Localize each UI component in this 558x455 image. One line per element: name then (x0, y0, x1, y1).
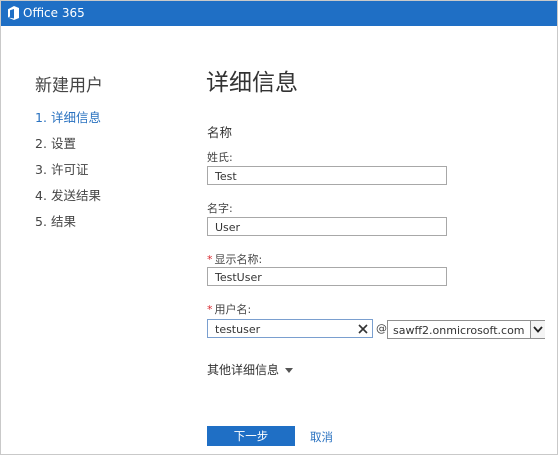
caret-down-icon (285, 368, 294, 373)
office-logo-icon (8, 6, 19, 20)
top-bar: Office 365 (1, 1, 557, 26)
more-details-label: 其他详细信息 (207, 363, 280, 377)
step-licenses[interactable]: 3. 许可证 (35, 159, 101, 185)
step-number: 3. (35, 162, 47, 177)
step-number: 4. (35, 188, 47, 203)
step-send-results[interactable]: 4. 发送结果 (35, 185, 101, 211)
chevron-down-icon (533, 326, 543, 333)
display-name-label: * 显示名称: (207, 251, 262, 267)
more-details-toggle[interactable]: 其他详细信息 (207, 361, 294, 378)
last-name-input[interactable]: Test (207, 166, 447, 185)
step-label: 结果 (51, 214, 77, 229)
clear-icon[interactable] (356, 322, 370, 336)
display-name-label-text: 显示名称: (214, 253, 263, 266)
last-name-label: 姓氏: (207, 151, 233, 164)
first-name-label: 名字: (207, 202, 233, 215)
step-number: 1. (35, 110, 47, 125)
at-sign: @ (376, 322, 387, 335)
required-mark: * (207, 253, 213, 266)
step-label: 详细信息 (51, 110, 102, 125)
step-details[interactable]: 1. 详细信息 (35, 107, 101, 133)
wizard-title: 新建用户 (35, 76, 103, 96)
domain-select[interactable]: sawff2.onmicrosoft.com (387, 320, 545, 339)
step-label: 发送结果 (51, 188, 102, 203)
domain-dropdown-button[interactable] (530, 321, 545, 338)
step-results[interactable]: 5. 结果 (35, 211, 101, 237)
step-number: 5. (35, 214, 47, 229)
brand-name: Office 365 (23, 6, 85, 20)
window-frame: Office 365 新建用户 1. 详细信息 2. 设置 3. 许可证 4. 发送结果… (0, 0, 558, 455)
step-label: 设置 (51, 136, 77, 151)
step-label: 许可证 (51, 162, 89, 177)
wizard-steps: 1. 详细信息 2. 设置 3. 许可证 4. 发送结果 5. 结果 (35, 107, 101, 237)
first-name-input[interactable]: User (207, 217, 447, 236)
section-title: 名称 (207, 125, 233, 140)
user-name-label-text: 用户名: (214, 303, 252, 316)
user-name-input[interactable]: testuser (207, 319, 373, 338)
cancel-link[interactable]: 取消 (310, 429, 333, 445)
page-title: 详细信息 (206, 70, 298, 96)
step-number: 2. (35, 136, 47, 151)
step-settings[interactable]: 2. 设置 (35, 133, 101, 159)
next-button[interactable]: 下一步 (207, 426, 295, 446)
user-name-label: * 用户名: (207, 301, 251, 317)
display-name-input[interactable]: TestUser (207, 267, 447, 286)
required-mark: * (207, 303, 213, 316)
